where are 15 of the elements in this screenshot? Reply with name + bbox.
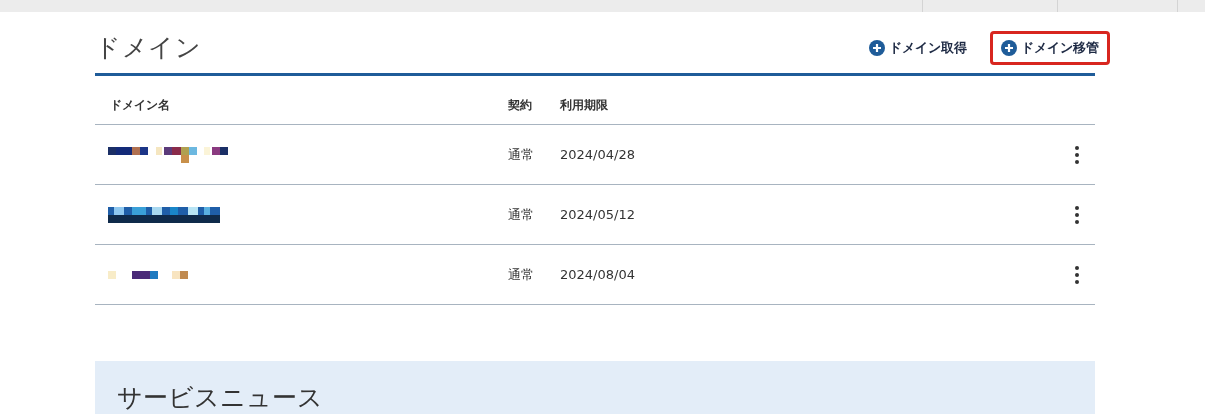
expiry-cell-text: 2024/08/04 (560, 265, 636, 284)
column-header: 利用期限 (560, 97, 608, 114)
section-title: ドメイン (95, 31, 202, 64)
column-header: 契約 (508, 97, 533, 114)
expiry-cell-text: 2024/05/12 (560, 205, 636, 224)
plus-circle-icon (869, 39, 885, 56)
news-title: サービスニュース (117, 382, 324, 414)
plus-circle-icon (1001, 39, 1017, 56)
contract-cell-text: 通常 (508, 265, 535, 284)
contract-cell-text: 通常 (508, 205, 535, 224)
add-link[interactable]: ドメイン移管 (990, 30, 1110, 65)
contract-cell-text: 通常 (508, 145, 535, 164)
column-header: ドメイン名 (110, 97, 171, 114)
expiry-cell-text: 2024/04/28 (560, 145, 636, 164)
add-link[interactable]: ドメイン取得 (858, 30, 978, 65)
